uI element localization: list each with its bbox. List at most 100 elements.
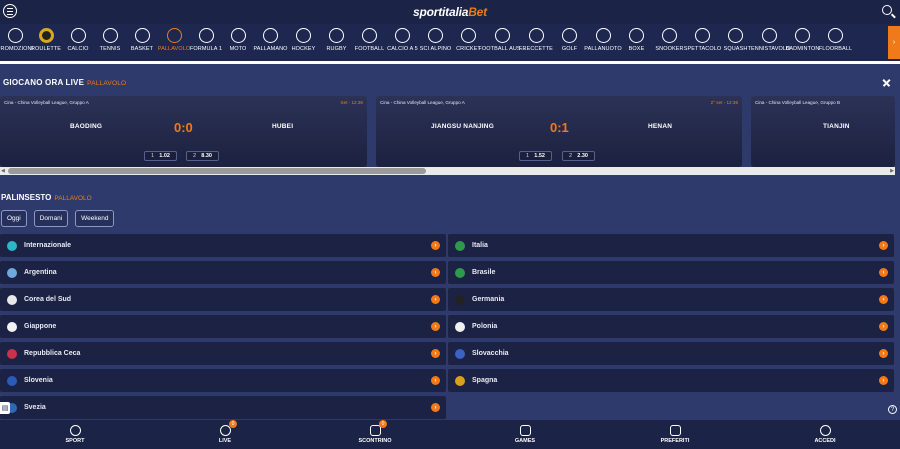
search-icon[interactable] (882, 5, 892, 15)
country-row-giappone[interactable]: Giappone › (0, 315, 446, 338)
odd-button[interactable]: 2 2.30 (562, 151, 595, 161)
expand-icon[interactable] (882, 78, 891, 87)
sport-tab-football-aus-[interactable]: Football Aus... (478, 24, 525, 61)
soccer-ball-icon (69, 425, 81, 436)
filter-weekend[interactable]: Weekend (75, 210, 115, 227)
odd-value: 1.02 (159, 153, 170, 159)
chevron-right-icon[interactable]: › (431, 376, 440, 385)
country-row-corea-del-sud[interactable]: Corea del Sud › (0, 288, 446, 311)
country-row-slovacchia[interactable]: Slovacchia › (448, 342, 894, 365)
horizontal-scrollbar[interactable]: ◀ ▶ (0, 167, 895, 175)
chevron-right-icon[interactable]: › (431, 241, 440, 250)
nav-label: SCONTRINO (358, 438, 392, 444)
odd-button[interactable]: 2 8.30 (186, 151, 219, 161)
chevron-right-icon[interactable]: › (431, 268, 440, 277)
chevron-right-icon[interactable]: › (431, 349, 440, 358)
logo[interactable]: sportitaliaBet (413, 5, 487, 19)
country-row-italia[interactable]: Italia › (448, 234, 894, 257)
sports-nav: Promozioni Roulette Calcio Tennis Basket Pall… (0, 24, 900, 64)
sport-tab-freccette[interactable]: Freccette (519, 24, 553, 61)
country-row-germania[interactable]: Germania › (448, 288, 894, 311)
sport-label: Squash (723, 46, 748, 52)
chevron-right-icon[interactable]: › (879, 322, 888, 331)
sport-tab-pallamano[interactable]: Pallamano (253, 24, 288, 61)
sport-label: Rugby (326, 46, 347, 52)
help-icon[interactable]: ? (888, 405, 897, 414)
scroll-left-icon[interactable]: ◀ (1, 168, 5, 174)
scrollbar-thumb[interactable] (8, 168, 426, 174)
country-row-internazionale[interactable]: Internazionale › (0, 234, 446, 257)
chevron-right-icon[interactable]: › (879, 349, 888, 358)
sport-tab-calcio[interactable]: Calcio (62, 24, 94, 61)
country-row-spagna[interactable]: Spagna › (448, 369, 894, 392)
live-match-card[interactable]: Cina - China Volleyball League, Gruppo A… (0, 96, 367, 167)
odd-button[interactable]: 1 1.52 (519, 151, 552, 161)
sport-tab-golf[interactable]: Golf (553, 24, 586, 61)
sport-tab-snooker[interactable]: Snooker (653, 24, 686, 61)
sport-tab-formula-1[interactable]: Formula 1 (190, 24, 222, 61)
chevron-right-icon[interactable]: › (431, 295, 440, 304)
chevron-right-icon[interactable]: › (879, 376, 888, 385)
receipt-icon (369, 425, 381, 436)
casino-icon (519, 425, 531, 436)
flag-icon (455, 321, 465, 332)
sport-tab-squash[interactable]: Squash (719, 24, 752, 61)
side-panel-icon[interactable]: ▤ (0, 402, 10, 414)
country-row-polonia[interactable]: Polonia › (448, 315, 894, 338)
chevron-right-icon[interactable]: › (431, 322, 440, 331)
country-row-argentina[interactable]: Argentina › (0, 261, 446, 284)
country-row-brasile[interactable]: Brasile › (448, 261, 894, 284)
nav-live[interactable]: LIVE 0 (150, 420, 300, 449)
futsal-ball-icon (395, 28, 410, 43)
sport-tab-floorball[interactable]: Floorball (819, 24, 852, 61)
filter-oggi[interactable]: Oggi (1, 210, 27, 227)
sport-tab-pallanuoto[interactable]: Pallanuoto (584, 24, 622, 61)
nav-scontrino[interactable]: SCONTRINO 0 (300, 420, 450, 449)
sport-tab-rugby[interactable]: Rugby (320, 24, 353, 61)
palinsesto-title-text: PALINSESTO (1, 193, 52, 202)
country-row-repubblica-ceca[interactable]: Repubblica Ceca › (0, 342, 446, 365)
menu-icon[interactable] (3, 4, 17, 18)
trophy-icon (230, 28, 246, 43)
chevron-right-icon[interactable]: › (879, 295, 888, 304)
live-match-card[interactable]: Cina - China Volleyball League, Gruppo A… (376, 96, 742, 167)
sport-tab-promozioni[interactable]: Promozioni (0, 24, 33, 61)
sport-tab-hockey[interactable]: Hockey (287, 24, 320, 61)
sport-tab-sci-alpino[interactable]: Sci alpino (419, 24, 452, 61)
away-team: HENAN (648, 123, 673, 130)
sport-tab-basket[interactable]: Basket (126, 24, 158, 61)
filter-domani[interactable]: Domani (33, 210, 69, 227)
sport-tab-tennis[interactable]: Tennis (94, 24, 126, 61)
sport-tab-calcio-a-5[interactable]: Calcio a 5 (386, 24, 419, 61)
sport-label: Spettacolo (683, 46, 722, 52)
sport-tab-roulette[interactable]: Roulette (30, 24, 62, 61)
nav-sport[interactable]: SPORT (0, 420, 150, 449)
sport-tab-moto[interactable]: Moto (222, 24, 254, 61)
sports-scroll-button[interactable]: › (888, 26, 900, 59)
sport-tab-spettacolo[interactable]: Spettacolo (683, 24, 722, 61)
odd-button[interactable]: 1 1.02 (144, 151, 177, 161)
sport-tab-tennistavolo[interactable]: Tennistavolo (748, 24, 790, 61)
chevron-right-icon[interactable]: › (879, 241, 888, 250)
nav-preferiti[interactable]: PREFERITI (600, 420, 750, 449)
sport-label: Pallamano (253, 46, 288, 52)
live-match-card[interactable]: Cina - China Volleyball League, Gruppo B… (751, 96, 895, 167)
country-row-slovenia[interactable]: Slovenia › (0, 369, 446, 392)
country-name: Italia (472, 242, 488, 249)
sport-tab-football[interactable]: Football (353, 24, 386, 61)
chevron-right-icon[interactable]: › (879, 268, 888, 277)
sport-tab-boxe[interactable]: Boxe (620, 24, 653, 61)
sport-tab-pallavolo[interactable]: Pallavolo (158, 24, 190, 61)
live-subtitle: PALLAVOLO (87, 80, 127, 87)
sport-tab-badminton[interactable]: Badminton (786, 24, 819, 61)
nav-games[interactable]: GAMES (450, 420, 600, 449)
chevron-right-icon[interactable]: › (431, 403, 440, 412)
nav-accedi[interactable]: ACCEDI (750, 420, 900, 449)
country-row-svezia[interactable]: Svezia › (0, 396, 446, 419)
sport-tab-cricket[interactable]: Cricket (452, 24, 485, 61)
flag-icon (7, 321, 17, 332)
live-title: GIOCANO ORA LIVE PALLAVOLO (3, 78, 126, 87)
scroll-right-icon[interactable]: ▶ (890, 168, 894, 174)
nav-label: SPORT (65, 438, 85, 444)
count-badge: 0 (379, 420, 387, 428)
